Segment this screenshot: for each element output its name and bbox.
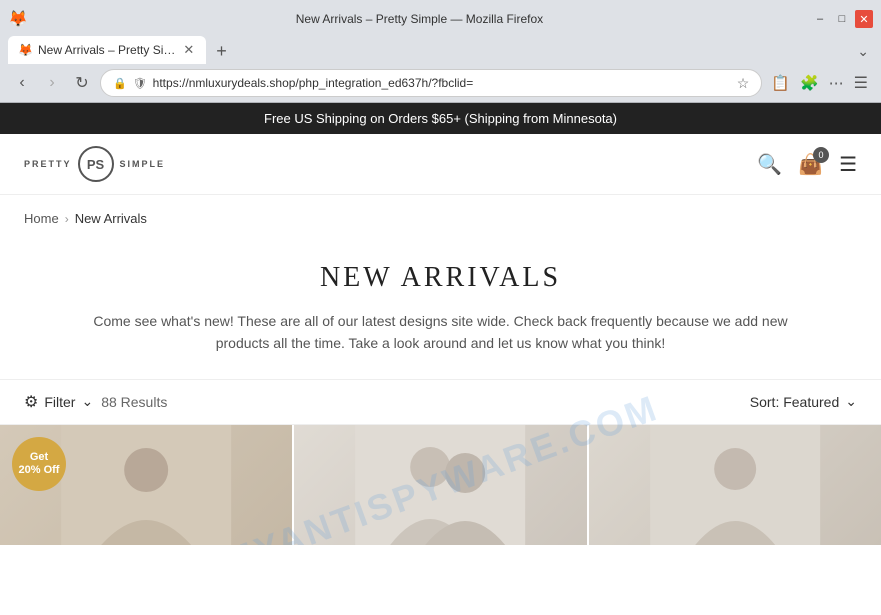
breadcrumb-separator: › bbox=[65, 212, 69, 226]
extensions-button[interactable]: 🧩 bbox=[797, 71, 822, 95]
shield-icon: 🛡 bbox=[133, 77, 147, 90]
filter-left: ⚙ Filter ⌄ 88 Results bbox=[24, 392, 167, 412]
site-header: PRETTY PS SIMPLE 🔍 👜 0 ☰ bbox=[0, 134, 881, 195]
breadcrumb: Home › New Arrivals bbox=[0, 195, 881, 242]
tab-close-button[interactable]: ✕ bbox=[181, 42, 196, 58]
new-tab-button[interactable]: + bbox=[210, 39, 233, 64]
filter-chevron-icon: ⌄ bbox=[81, 393, 93, 410]
product-image bbox=[589, 425, 881, 545]
toolbar-icons: 📋 🧩 ⋯ ☰ bbox=[768, 70, 871, 96]
address-input-wrap: 🔒 🛡 https://nmluxurydeals.shop/php_integ… bbox=[100, 69, 762, 97]
product-card[interactable]: Get 20% Off bbox=[0, 425, 292, 545]
logo-wrap: PRETTY PS SIMPLE bbox=[24, 146, 165, 182]
menu-hamburger-button[interactable]: ☰ bbox=[839, 152, 857, 177]
breadcrumb-home[interactable]: Home bbox=[24, 211, 59, 226]
sort-chevron-icon: ⌄ bbox=[845, 393, 857, 410]
firefox-icon: 🦊 bbox=[8, 9, 28, 29]
window-title: New Arrivals – Pretty Simple — Mozilla F… bbox=[28, 12, 811, 26]
pocket-button[interactable]: 📋 bbox=[768, 71, 793, 95]
close-button[interactable]: ✕ bbox=[855, 10, 873, 28]
product-card[interactable] bbox=[589, 425, 881, 545]
page-description: Come see what's new! These are all of ou… bbox=[91, 310, 791, 355]
back-button[interactable]: ‹ bbox=[10, 71, 34, 95]
hamburger-icon: ☰ bbox=[839, 154, 857, 176]
product-badge: Get 20% Off bbox=[12, 437, 66, 491]
tab-label: New Arrivals – Pretty Si… bbox=[38, 43, 175, 57]
filter-label: Filter bbox=[44, 394, 75, 410]
forward-button[interactable]: › bbox=[40, 71, 64, 95]
bookmark-button[interactable]: ☆ bbox=[737, 75, 750, 92]
logo-simple: SIMPLE bbox=[120, 159, 166, 169]
site-logo[interactable]: PRETTY PS SIMPLE bbox=[24, 146, 165, 182]
search-icon: 🔍 bbox=[757, 154, 782, 176]
security-icon: 🔒 bbox=[113, 77, 127, 90]
search-button[interactable]: 🔍 bbox=[757, 152, 782, 177]
page-title: NEW ARRIVALS bbox=[24, 262, 857, 294]
maximize-button[interactable]: □ bbox=[833, 10, 851, 28]
logo-circle: PS bbox=[78, 146, 114, 182]
title-bar: 🦊 New Arrivals – Pretty Simple — Mozilla… bbox=[0, 0, 881, 32]
product-card[interactable] bbox=[294, 425, 586, 545]
sort-label: Sort: Featured bbox=[750, 394, 840, 410]
filter-icon: ⚙ bbox=[24, 392, 38, 412]
more-tools-button[interactable]: ⋯ bbox=[826, 71, 847, 95]
announcement-text: Free US Shipping on Orders $65+ (Shippin… bbox=[264, 111, 617, 126]
minimize-button[interactable]: – bbox=[811, 10, 829, 28]
announcement-bar: Free US Shipping on Orders $65+ (Shippin… bbox=[0, 103, 881, 134]
results-count: 88 Results bbox=[101, 394, 167, 410]
tab-bar: 🦊 New Arrivals – Pretty Si… ✕ + ⌄ bbox=[0, 32, 881, 64]
menu-button[interactable]: ☰ bbox=[851, 70, 871, 96]
logo-pretty: PRETTY bbox=[24, 159, 72, 169]
address-text[interactable]: https://nmluxurydeals.shop/php_integrati… bbox=[153, 76, 731, 90]
tab-favicon: 🦊 bbox=[18, 43, 32, 57]
cart-badge: 0 bbox=[813, 147, 829, 163]
cart-button[interactable]: 👜 0 bbox=[798, 152, 823, 177]
page-hero: NEW ARRIVALS Come see what's new! These … bbox=[0, 242, 881, 379]
page-content: Free US Shipping on Orders $65+ (Shippin… bbox=[0, 103, 881, 545]
active-tab[interactable]: 🦊 New Arrivals – Pretty Si… ✕ bbox=[8, 36, 206, 64]
sort-button[interactable]: Sort: Featured ⌄ bbox=[750, 393, 857, 410]
header-icons: 🔍 👜 0 ☰ bbox=[757, 152, 857, 177]
tab-list-button[interactable]: ⌄ bbox=[853, 39, 873, 64]
filter-button[interactable]: ⚙ Filter ⌄ bbox=[24, 392, 93, 412]
product-image bbox=[294, 425, 586, 545]
reload-button[interactable]: ↻ bbox=[70, 71, 94, 95]
window-controls: – □ ✕ bbox=[811, 10, 873, 28]
breadcrumb-current: New Arrivals bbox=[75, 211, 147, 226]
filter-bar: ⚙ Filter ⌄ 88 Results Sort: Featured ⌄ bbox=[0, 379, 881, 425]
products-grid: Get 20% Off bbox=[0, 425, 881, 545]
address-bar: ‹ › ↻ 🔒 🛡 https://nmluxurydeals.shop/php… bbox=[0, 64, 881, 102]
